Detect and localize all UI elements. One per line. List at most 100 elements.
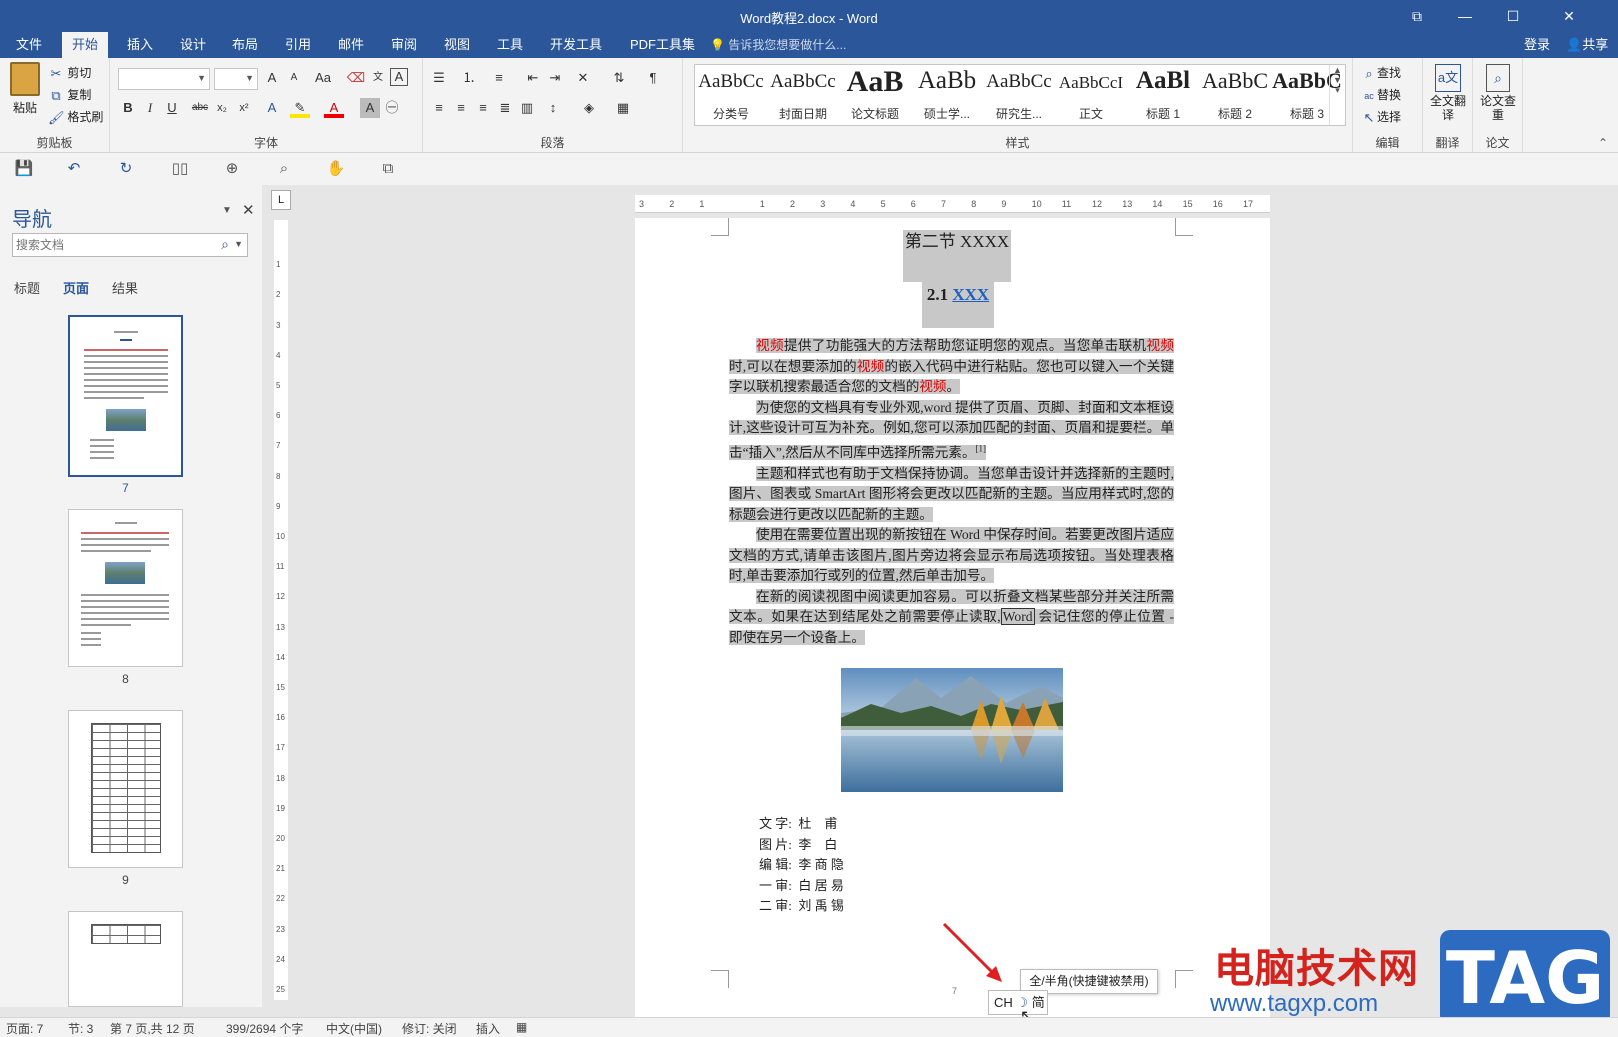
align-left-icon[interactable]: ≡ <box>429 98 449 118</box>
status-word-count[interactable]: 399/2694 个字 <box>226 1020 303 1037</box>
search-icon[interactable]: ⌕ <box>221 236 229 253</box>
redo-icon[interactable]: ↻ <box>116 159 136 179</box>
collapse-ribbon-icon[interactable]: ⌃ <box>1598 136 1608 150</box>
tab-home[interactable]: 开始 <box>62 32 109 58</box>
tab-references[interactable]: 引用 <box>275 32 321 58</box>
enclose-char-icon[interactable]: ㊀ <box>382 98 402 118</box>
status-page[interactable]: 页面: 7 <box>6 1020 43 1037</box>
char-border-icon[interactable]: A <box>390 68 408 86</box>
save-icon[interactable]: 💾 <box>14 159 34 179</box>
status-section[interactable]: 节: 3 <box>68 1020 93 1037</box>
print-preview-icon[interactable]: ⌕ <box>274 159 294 179</box>
tab-design[interactable]: 设计 <box>170 32 216 58</box>
cut-button[interactable]: ✂ 剪切 <box>48 64 92 82</box>
status-language[interactable]: 中文(中国) <box>326 1020 382 1037</box>
paper-check-button[interactable]: ⌕ 论文查重 <box>1477 64 1519 122</box>
ime-mode[interactable]: 简 <box>1032 995 1045 1010</box>
share-button[interactable]: 👤共享 <box>1566 32 1608 58</box>
document-page[interactable]: 第二节 XXXX 2.1 XXX 视频提供了功能强大的方法帮助您证明您的观点。当… <box>635 218 1270 1018</box>
select-button[interactable]: ↖ 选择 <box>1361 108 1401 126</box>
style-item[interactable]: AaBbC 标题 2 <box>1199 65 1271 125</box>
tab-insert[interactable]: 插入 <box>117 32 163 58</box>
tab-review[interactable]: 审阅 <box>381 32 427 58</box>
tab-pdf-tools[interactable]: PDF工具集 <box>620 32 705 58</box>
login-link[interactable]: 登录 <box>1524 32 1550 58</box>
translate-button[interactable]: a文 全文翻译 <box>1427 64 1469 122</box>
page-thumbnail[interactable] <box>68 710 183 868</box>
style-item[interactable]: AaBb 硕士学... <box>911 65 983 125</box>
customize-qat-icon[interactable]: ⧉ <box>378 159 398 179</box>
nav-tab-results[interactable]: 结果 <box>112 278 138 297</box>
numbering-icon[interactable]: ⒈ <box>459 68 479 88</box>
landscape-image[interactable] <box>841 668 1063 792</box>
chevron-down-icon[interactable]: ▼ <box>234 239 243 249</box>
touch-mode-icon[interactable]: ✋ <box>326 159 346 179</box>
nav-tab-headings[interactable]: 标题 <box>14 278 40 297</box>
increase-indent-icon[interactable]: ⇥ <box>545 68 565 88</box>
char-shading-icon[interactable]: A <box>360 98 380 118</box>
close-icon[interactable]: ✕ <box>1546 4 1592 28</box>
sort-icon[interactable]: ⇅ <box>609 68 629 88</box>
align-center-icon[interactable]: ≡ <box>451 98 471 118</box>
minimize-icon[interactable]: — <box>1442 4 1488 28</box>
page-thumbnail[interactable] <box>68 911 183 1007</box>
multilevel-list-icon[interactable]: ≡ <box>489 68 509 88</box>
copy-button[interactable]: ⧉ 复制 <box>48 86 91 104</box>
clear-format-icon[interactable]: ⌫ <box>346 68 366 88</box>
search-input[interactable] <box>13 234 203 256</box>
distribute-icon[interactable]: ▥ <box>517 98 537 118</box>
nav-tab-pages[interactable]: 页面 <box>63 278 89 297</box>
justify-icon[interactable]: ≣ <box>495 98 515 118</box>
page-thumbnail[interactable] <box>68 315 183 477</box>
text-effects-icon[interactable]: A <box>262 98 282 118</box>
heading-2-link[interactable]: XXX <box>952 285 989 304</box>
ime-indicator[interactable]: CH ☽ 简 <box>988 990 1048 1015</box>
style-item[interactable]: AaB 论文标题 <box>839 65 911 125</box>
change-case-button[interactable]: Aa <box>308 68 338 88</box>
align-right-icon[interactable]: ≡ <box>473 98 493 118</box>
format-painter-button[interactable]: 🖌 格式刷 <box>48 108 103 126</box>
style-item[interactable]: AaBbCcI 正文 <box>1055 65 1127 125</box>
show-marks-icon[interactable]: ¶ <box>643 68 663 88</box>
footnote-ref[interactable]: [1] <box>976 444 987 454</box>
status-page-count[interactable]: 第 7 页,共 12 页 <box>110 1020 195 1037</box>
font-color-icon[interactable]: A <box>324 98 344 118</box>
font-size-select[interactable]: ▼ <box>214 68 258 90</box>
tab-file[interactable]: 文件 <box>6 32 52 58</box>
tab-layout[interactable]: 布局 <box>222 32 268 58</box>
decrease-indent-icon[interactable]: ⇤ <box>523 68 543 88</box>
line-spacing-icon[interactable]: ↕ <box>543 98 563 118</box>
tab-view[interactable]: 视图 <box>434 32 480 58</box>
tab-developer[interactable]: 开发工具 <box>540 32 612 58</box>
style-item[interactable]: AaBbCc 封面日期 <box>767 65 839 125</box>
grow-font-button[interactable]: A <box>262 68 282 88</box>
paste-button[interactable]: 粘贴 <box>8 62 42 116</box>
tell-me-box[interactable]: 💡 告诉我您想要做什么... <box>710 32 846 58</box>
undo-icon[interactable]: ↶ <box>64 159 84 179</box>
style-item[interactable]: AaBl 标题 1 <box>1127 65 1199 125</box>
macro-record-icon[interactable]: ▦ <box>516 1020 527 1034</box>
font-name-select[interactable]: ▼ <box>118 68 210 90</box>
replace-button[interactable]: ac 替换 <box>1361 86 1401 104</box>
bold-icon[interactable]: B <box>118 98 138 118</box>
nav-options-icon[interactable]: ▼ <box>222 205 232 216</box>
strikethrough-icon[interactable]: abc <box>190 98 210 118</box>
borders-icon[interactable]: ▦ <box>613 98 633 118</box>
highlight-icon[interactable]: ✎ <box>290 98 310 118</box>
italic-icon[interactable]: I <box>140 98 160 118</box>
ribbon-display-icon[interactable]: ⧉ <box>1394 4 1440 28</box>
underline-icon[interactable]: U <box>162 98 182 118</box>
style-item[interactable]: AaBbCc 分类号 <box>695 65 767 125</box>
bullets-icon[interactable]: ☰ <box>429 68 449 88</box>
status-insert-mode[interactable]: 插入 <box>476 1020 500 1037</box>
find-button[interactable]: ⌕ 查找 <box>1361 64 1401 82</box>
read-mode-icon[interactable]: ▯▯ <box>170 159 190 179</box>
tab-mailings[interactable]: 邮件 <box>328 32 374 58</box>
gallery-scroll[interactable]: ▲ ▼ ▾ <box>1329 65 1345 125</box>
tab-selector-icon[interactable]: L <box>271 190 291 210</box>
style-item[interactable]: AaBbCc 研究生... <box>983 65 1055 125</box>
subscript-icon[interactable]: x₂ <box>212 98 232 118</box>
tab-tools[interactable]: 工具 <box>487 32 533 58</box>
web-layout-icon[interactable]: ⊕ <box>222 159 242 179</box>
page-thumbnail[interactable] <box>68 509 183 667</box>
